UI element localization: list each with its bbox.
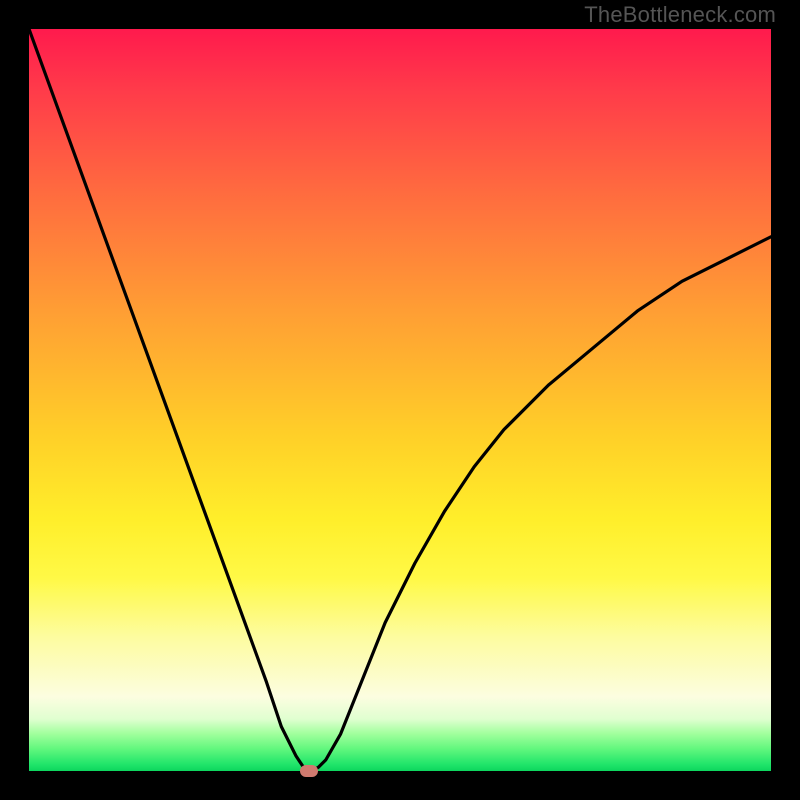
watermark-text: TheBottleneck.com: [584, 2, 776, 28]
bottleneck-curve: [29, 29, 771, 771]
chart-frame: TheBottleneck.com: [0, 0, 800, 800]
optimal-point-marker: [300, 765, 318, 777]
plot-area: [29, 29, 771, 771]
